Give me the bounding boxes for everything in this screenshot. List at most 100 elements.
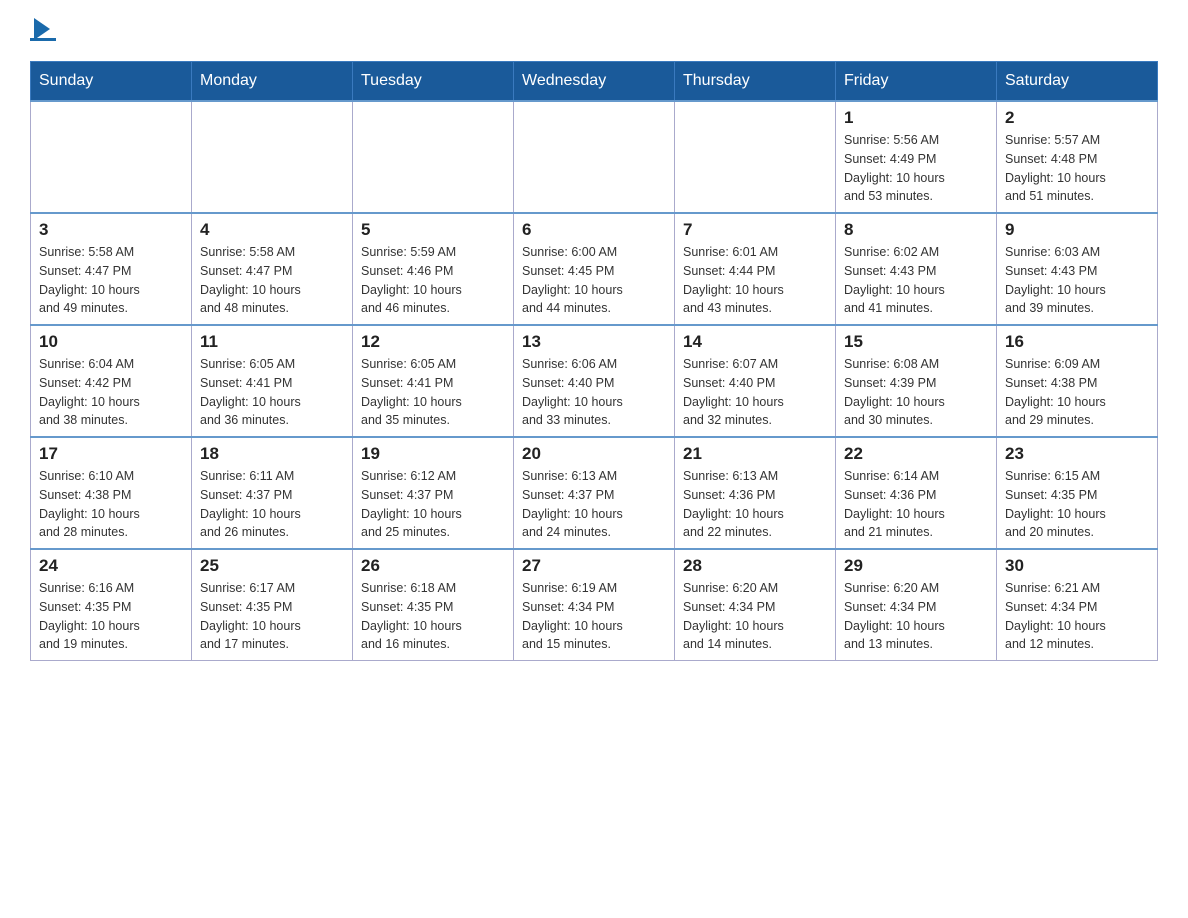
day-info: Sunrise: 6:14 AM Sunset: 4:36 PM Dayligh…	[844, 467, 988, 542]
day-number: 22	[844, 444, 988, 464]
calendar-header-friday: Friday	[836, 62, 997, 102]
day-number: 6	[522, 220, 666, 240]
calendar-cell: 10 Sunrise: 6:04 AM Sunset: 4:42 PM Dayli…	[31, 325, 192, 437]
calendar-cell: 11 Sunrise: 6:05 AM Sunset: 4:41 PM Dayli…	[192, 325, 353, 437]
day-info: Sunrise: 6:15 AM Sunset: 4:35 PM Dayligh…	[1005, 467, 1149, 542]
calendar-cell	[192, 101, 353, 213]
day-number: 23	[1005, 444, 1149, 464]
day-info: Sunrise: 6:20 AM Sunset: 4:34 PM Dayligh…	[683, 579, 827, 654]
calendar-cell: 6 Sunrise: 6:00 AM Sunset: 4:45 PM Daylig…	[514, 213, 675, 325]
day-number: 4	[200, 220, 344, 240]
day-info: Sunrise: 5:58 AM Sunset: 4:47 PM Dayligh…	[200, 243, 344, 318]
calendar-cell: 22 Sunrise: 6:14 AM Sunset: 4:36 PM Dayli…	[836, 437, 997, 549]
calendar-cell: 27Sunrise: 6:19 AM Sunset: 4:34 PM Dayli…	[514, 549, 675, 661]
day-info: Sunrise: 5:58 AM Sunset: 4:47 PM Dayligh…	[39, 243, 183, 318]
calendar-week-4: 17Sunrise: 6:10 AM Sunset: 4:38 PM Dayli…	[31, 437, 1158, 549]
calendar-cell: 15 Sunrise: 6:08 AM Sunset: 4:39 PM Dayli…	[836, 325, 997, 437]
calendar-cell: 21 Sunrise: 6:13 AM Sunset: 4:36 PM Dayli…	[675, 437, 836, 549]
day-number: 29	[844, 556, 988, 576]
calendar-week-3: 10 Sunrise: 6:04 AM Sunset: 4:42 PM Dayli…	[31, 325, 1158, 437]
day-number: 10	[39, 332, 183, 352]
day-info: Sunrise: 6:00 AM Sunset: 4:45 PM Dayligh…	[522, 243, 666, 318]
day-info: Sunrise: 6:06 AM Sunset: 4:40 PM Dayligh…	[522, 355, 666, 430]
day-info: Sunrise: 6:13 AM Sunset: 4:36 PM Dayligh…	[683, 467, 827, 542]
day-info: Sunrise: 6:21 AM Sunset: 4:34 PM Dayligh…	[1005, 579, 1149, 654]
day-number: 8	[844, 220, 988, 240]
logo	[30, 20, 61, 41]
calendar-cell: 24 Sunrise: 6:16 AM Sunset: 4:35 PM Dayli…	[31, 549, 192, 661]
calendar-header-sunday: Sunday	[31, 62, 192, 102]
calendar-cell: 9 Sunrise: 6:03 AM Sunset: 4:43 PM Daylig…	[997, 213, 1158, 325]
day-number: 20	[522, 444, 666, 464]
calendar-cell: 12 Sunrise: 6:05 AM Sunset: 4:41 PM Dayli…	[353, 325, 514, 437]
day-number: 13	[522, 332, 666, 352]
day-info: Sunrise: 6:03 AM Sunset: 4:43 PM Dayligh…	[1005, 243, 1149, 318]
day-info: Sunrise: 6:18 AM Sunset: 4:35 PM Dayligh…	[361, 579, 505, 654]
day-number: 3	[39, 220, 183, 240]
day-info: Sunrise: 5:57 AM Sunset: 4:48 PM Dayligh…	[1005, 131, 1149, 206]
day-number: 9	[1005, 220, 1149, 240]
calendar-cell: 30Sunrise: 6:21 AM Sunset: 4:34 PM Dayli…	[997, 549, 1158, 661]
calendar-header-tuesday: Tuesday	[353, 62, 514, 102]
calendar-header-monday: Monday	[192, 62, 353, 102]
day-number: 12	[361, 332, 505, 352]
logo-arrow-icon	[34, 18, 50, 40]
day-number: 2	[1005, 108, 1149, 128]
calendar-cell: 2 Sunrise: 5:57 AM Sunset: 4:48 PM Daylig…	[997, 101, 1158, 213]
calendar-cell	[675, 101, 836, 213]
calendar-cell: 20 Sunrise: 6:13 AM Sunset: 4:37 PM Dayli…	[514, 437, 675, 549]
calendar-week-5: 24 Sunrise: 6:16 AM Sunset: 4:35 PM Dayli…	[31, 549, 1158, 661]
calendar-week-2: 3 Sunrise: 5:58 AM Sunset: 4:47 PM Daylig…	[31, 213, 1158, 325]
calendar-cell	[514, 101, 675, 213]
calendar-cell: 3 Sunrise: 5:58 AM Sunset: 4:47 PM Daylig…	[31, 213, 192, 325]
calendar-cell: 28 Sunrise: 6:20 AM Sunset: 4:34 PM Dayli…	[675, 549, 836, 661]
day-info: Sunrise: 6:09 AM Sunset: 4:38 PM Dayligh…	[1005, 355, 1149, 430]
calendar-cell: 16 Sunrise: 6:09 AM Sunset: 4:38 PM Dayli…	[997, 325, 1158, 437]
calendar-cell: 19 Sunrise: 6:12 AM Sunset: 4:37 PM Dayli…	[353, 437, 514, 549]
calendar-cell	[31, 101, 192, 213]
day-number: 26	[361, 556, 505, 576]
day-info: Sunrise: 6:20 AM Sunset: 4:34 PM Dayligh…	[844, 579, 988, 654]
calendar-table: SundayMondayTuesdayWednesdayThursdayFrid…	[30, 61, 1158, 661]
day-info: Sunrise: 6:01 AM Sunset: 4:44 PM Dayligh…	[683, 243, 827, 318]
logo-underline	[30, 38, 56, 41]
day-number: 21	[683, 444, 827, 464]
day-number: 19	[361, 444, 505, 464]
day-info: Sunrise: 6:04 AM Sunset: 4:42 PM Dayligh…	[39, 355, 183, 430]
day-number: 16	[1005, 332, 1149, 352]
day-number: 24	[39, 556, 183, 576]
day-info: Sunrise: 6:17 AM Sunset: 4:35 PM Dayligh…	[200, 579, 344, 654]
calendar-header-thursday: Thursday	[675, 62, 836, 102]
day-number: 7	[683, 220, 827, 240]
day-info: Sunrise: 6:19 AM Sunset: 4:34 PM Dayligh…	[522, 579, 666, 654]
day-info: Sunrise: 6:13 AM Sunset: 4:37 PM Dayligh…	[522, 467, 666, 542]
calendar-header-saturday: Saturday	[997, 62, 1158, 102]
calendar-cell: 5Sunrise: 5:59 AM Sunset: 4:46 PM Daylig…	[353, 213, 514, 325]
day-info: Sunrise: 6:02 AM Sunset: 4:43 PM Dayligh…	[844, 243, 988, 318]
day-number: 1	[844, 108, 988, 128]
day-info: Sunrise: 6:08 AM Sunset: 4:39 PM Dayligh…	[844, 355, 988, 430]
calendar-cell: 8 Sunrise: 6:02 AM Sunset: 4:43 PM Daylig…	[836, 213, 997, 325]
calendar-cell	[353, 101, 514, 213]
day-number: 14	[683, 332, 827, 352]
calendar-cell: 23 Sunrise: 6:15 AM Sunset: 4:35 PM Dayli…	[997, 437, 1158, 549]
page-header	[30, 20, 1158, 41]
calendar-cell: 7 Sunrise: 6:01 AM Sunset: 4:44 PM Daylig…	[675, 213, 836, 325]
calendar-cell: 25 Sunrise: 6:17 AM Sunset: 4:35 PM Dayli…	[192, 549, 353, 661]
calendar-cell: 29 Sunrise: 6:20 AM Sunset: 4:34 PM Dayli…	[836, 549, 997, 661]
day-info: Sunrise: 6:05 AM Sunset: 4:41 PM Dayligh…	[361, 355, 505, 430]
day-info: Sunrise: 5:56 AM Sunset: 4:49 PM Dayligh…	[844, 131, 988, 206]
day-info: Sunrise: 6:07 AM Sunset: 4:40 PM Dayligh…	[683, 355, 827, 430]
calendar-header-wednesday: Wednesday	[514, 62, 675, 102]
day-info: Sunrise: 6:12 AM Sunset: 4:37 PM Dayligh…	[361, 467, 505, 542]
day-info: Sunrise: 6:05 AM Sunset: 4:41 PM Dayligh…	[200, 355, 344, 430]
calendar-cell: 4 Sunrise: 5:58 AM Sunset: 4:47 PM Daylig…	[192, 213, 353, 325]
calendar-cell: 14 Sunrise: 6:07 AM Sunset: 4:40 PM Dayli…	[675, 325, 836, 437]
day-number: 11	[200, 332, 344, 352]
day-number: 28	[683, 556, 827, 576]
calendar-cell: 1 Sunrise: 5:56 AM Sunset: 4:49 PM Daylig…	[836, 101, 997, 213]
day-number: 15	[844, 332, 988, 352]
day-number: 25	[200, 556, 344, 576]
day-info: Sunrise: 6:16 AM Sunset: 4:35 PM Dayligh…	[39, 579, 183, 654]
calendar-cell: 18Sunrise: 6:11 AM Sunset: 4:37 PM Dayli…	[192, 437, 353, 549]
